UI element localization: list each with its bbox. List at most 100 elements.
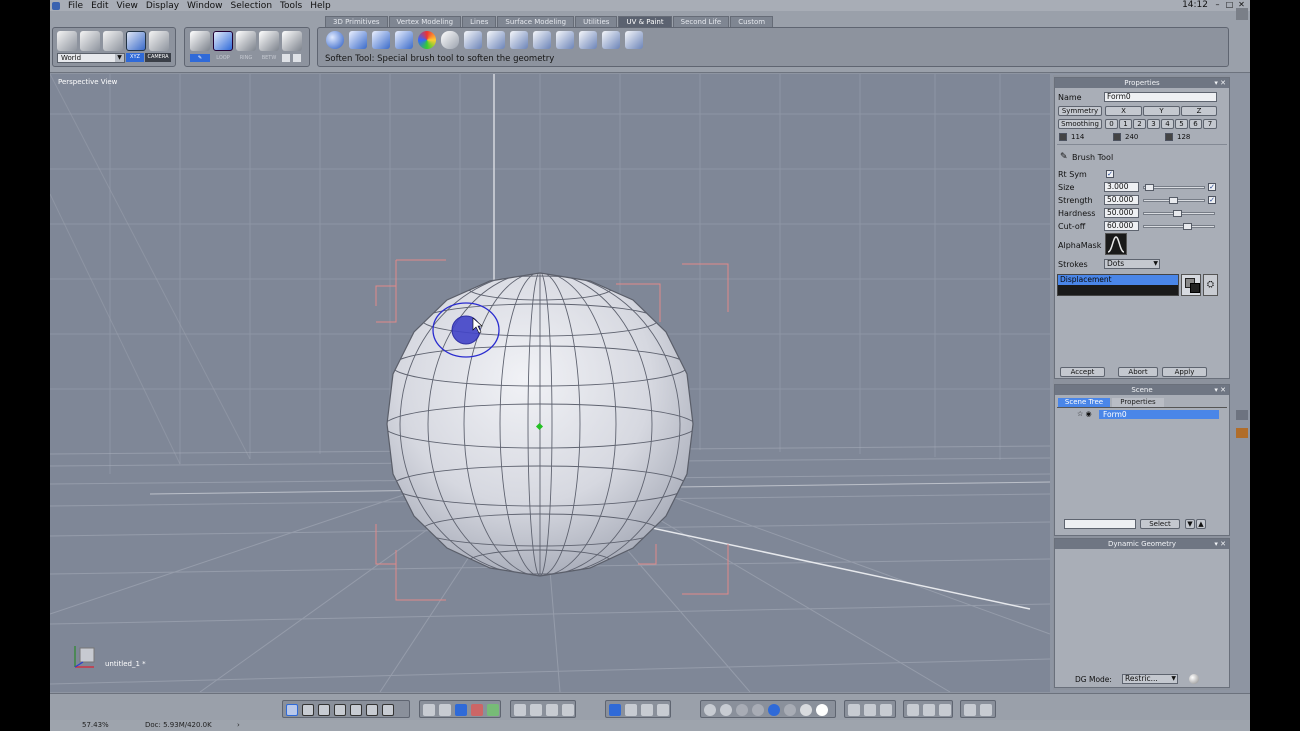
shade-smooth-wire-icon[interactable] [768, 704, 780, 716]
figure-select-icon[interactable] [609, 704, 621, 716]
render-cube-icon[interactable] [923, 704, 935, 716]
texture-bake-icon[interactable] [625, 31, 643, 49]
smoothing-7[interactable]: 7 [1203, 119, 1217, 129]
minimize-icon[interactable]: – [1213, 1, 1222, 9]
smoothing-5[interactable]: 5 [1175, 119, 1188, 129]
display-camera-icon[interactable] [880, 704, 892, 716]
face-mode-icon[interactable] [213, 31, 233, 51]
menu-edit[interactable]: Edit [87, 1, 112, 11]
layer-color-swatch[interactable] [1181, 274, 1201, 296]
layout-quad-icon[interactable] [302, 704, 314, 716]
menu-view[interactable]: View [113, 1, 142, 11]
uv-pack-icon[interactable] [533, 31, 551, 49]
size-slider-knob[interactable] [1145, 184, 1154, 191]
paint-bucket-icon[interactable]: ⛭ [1203, 274, 1218, 296]
head-paint-icon[interactable] [441, 31, 459, 49]
paint-color-icon[interactable] [418, 31, 436, 49]
shade-smooth-icon[interactable] [752, 704, 764, 716]
edge-mode-icon[interactable] [236, 31, 256, 51]
layout-four-v-icon[interactable] [382, 704, 394, 716]
abort-button[interactable]: Abort [1118, 367, 1158, 377]
tab-lines[interactable]: Lines [462, 16, 497, 27]
menu-display[interactable]: Display [142, 1, 183, 11]
smoothing-2[interactable]: 2 [1133, 119, 1146, 129]
grid-green-icon[interactable] [487, 704, 499, 716]
layout-single-icon[interactable] [286, 704, 298, 716]
uv-box-icon[interactable] [395, 31, 413, 49]
symmetry-x-button[interactable]: X [1105, 106, 1142, 116]
uv-sphere-icon[interactable] [326, 31, 344, 49]
shade-wire-icon[interactable] [704, 704, 716, 716]
grid-red-icon[interactable] [471, 704, 483, 716]
symmetry-y-button[interactable]: Y [1143, 106, 1180, 116]
select-lasso-icon[interactable] [293, 54, 301, 62]
shade-texture-icon[interactable] [784, 704, 796, 716]
tab-scene-properties[interactable]: Properties [1112, 398, 1164, 407]
tab-surface-modeling[interactable]: Surface Modeling [497, 16, 575, 27]
select-tool-icon[interactable] [57, 31, 77, 51]
shield-icon[interactable] [907, 704, 919, 716]
uv-relax-icon[interactable] [487, 31, 505, 49]
uv-planar-icon[interactable] [372, 31, 390, 49]
strength-field[interactable]: 50.000 [1104, 195, 1139, 205]
uv-unwrap-icon[interactable] [464, 31, 482, 49]
arrow-down-icon[interactable]: ▼ [1185, 519, 1195, 529]
alphamask-preview[interactable] [1105, 233, 1127, 255]
maximize-icon[interactable]: □ [1225, 1, 1234, 9]
menu-help[interactable]: Help [306, 1, 335, 11]
frame-icon[interactable] [514, 704, 526, 716]
brush-select-icon[interactable]: ✎ [190, 54, 210, 62]
scene-search-input[interactable] [1064, 519, 1136, 529]
uv-cylinder-icon[interactable] [349, 31, 367, 49]
paint-fill-icon[interactable] [602, 31, 620, 49]
brush-tool-icon[interactable] [126, 31, 146, 51]
menu-file[interactable]: File [64, 1, 87, 11]
cutoff-slider-knob[interactable] [1183, 223, 1192, 230]
figure-down-icon[interactable] [657, 704, 669, 716]
panel-close-icon[interactable]: ▾ ✕ [1214, 78, 1226, 88]
snap-icon[interactable] [439, 704, 451, 716]
object-mode-icon[interactable] [190, 31, 210, 51]
layout-three-icon[interactable] [318, 704, 330, 716]
perspective-viewport[interactable]: Perspective View untitled_1 * [50, 74, 1050, 692]
hardness-slider-knob[interactable] [1173, 210, 1182, 217]
rt-sym-checkbox[interactable]: ✓ [1106, 170, 1114, 178]
accept-button[interactable]: Accept [1060, 367, 1105, 377]
betw-button[interactable]: BETW [259, 54, 279, 62]
move-tool-icon[interactable] [103, 31, 123, 51]
tab-second-life[interactable]: Second Life [672, 16, 730, 27]
polygon-mode-icon[interactable] [282, 31, 302, 51]
loop-button[interactable]: LOOP [213, 54, 233, 62]
strokes-dropdown[interactable]: Dots ▼ [1104, 259, 1160, 269]
orbit-icon[interactable] [562, 704, 574, 716]
display-light-icon[interactable] [864, 704, 876, 716]
zoom-icon[interactable] [546, 704, 558, 716]
strength-slider-knob[interactable] [1169, 197, 1178, 204]
ring-button[interactable]: RING [236, 54, 256, 62]
strength-checkbox[interactable]: ✓ [1208, 196, 1216, 204]
pan-icon[interactable] [530, 704, 542, 716]
shade-lit-icon[interactable] [816, 704, 828, 716]
scrollbar-top[interactable] [1236, 8, 1248, 20]
size-checkbox[interactable]: ✓ [1208, 183, 1216, 191]
symmetry-z-button[interactable]: Z [1181, 106, 1217, 116]
tab-vertex-modeling[interactable]: Vertex Modeling [388, 16, 462, 27]
size-field[interactable]: 3.000 [1104, 182, 1139, 192]
arrow-up-icon[interactable]: ▲ [1196, 519, 1206, 529]
uv-pin-icon[interactable] [510, 31, 528, 49]
bell-tool-icon[interactable] [149, 31, 169, 51]
coord-space-dropdown[interactable]: World ▼ [57, 53, 125, 63]
tab-uv-paint[interactable]: UV & Paint [618, 16, 672, 27]
select-button[interactable]: Select [1140, 519, 1180, 529]
smoothing-6[interactable]: 6 [1189, 119, 1202, 129]
display-object-icon[interactable] [848, 704, 860, 716]
grid-icon[interactable] [455, 704, 467, 716]
render-box-icon[interactable] [939, 704, 951, 716]
tab-utilities[interactable]: Utilities [575, 16, 618, 27]
scene-item-form0[interactable]: Form0 [1099, 410, 1219, 419]
name-field[interactable]: Form0 [1104, 92, 1217, 102]
hardness-field[interactable]: 50.000 [1104, 208, 1139, 218]
display-icon[interactable] [423, 704, 435, 716]
rotate-tool-icon[interactable] [80, 31, 100, 51]
dg-status-icon[interactable] [1189, 674, 1199, 684]
